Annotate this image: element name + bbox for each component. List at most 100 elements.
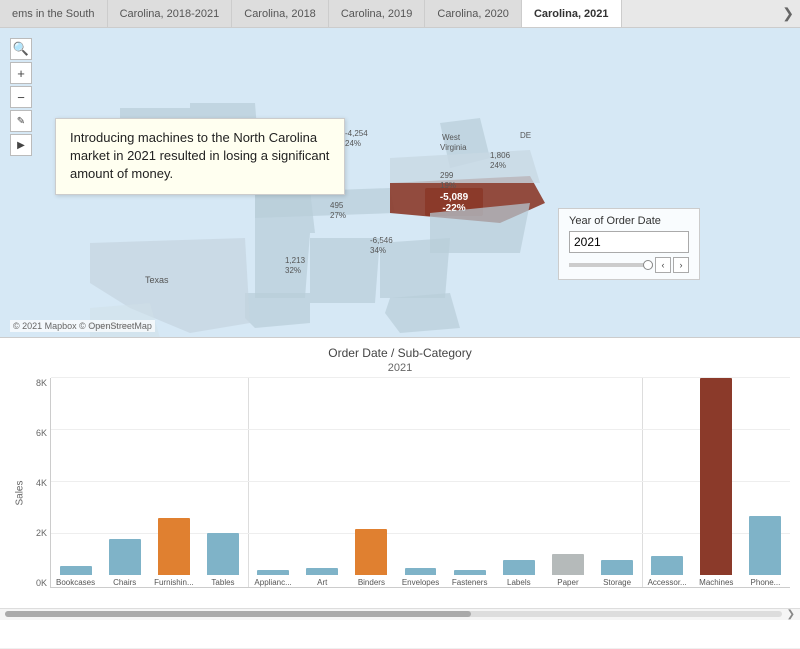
- bar-envelopes: Envelopes: [396, 378, 445, 587]
- bars-container: Bookcases Chairs Furnishin... Tables: [50, 378, 790, 588]
- year-slider-track[interactable]: [569, 263, 653, 267]
- svg-text:DE: DE: [520, 131, 531, 140]
- bar-machines: Machines: [692, 378, 741, 587]
- year-slider-row: ‹ ›: [569, 257, 689, 273]
- tab-south[interactable]: ems in the South: [0, 0, 108, 27]
- pointer-icon: ▶: [17, 140, 25, 151]
- map-controls: 🔍 + − ✎ ▶: [10, 38, 32, 156]
- bottom-scrollbar: ❯: [0, 608, 800, 620]
- search-icon: 🔍: [13, 41, 29, 57]
- tick-8k: 8K: [36, 378, 47, 388]
- svg-text:299: 299: [440, 171, 454, 180]
- bar-art-rect: [306, 568, 338, 574]
- scrollbar-thumb[interactable]: [5, 611, 471, 617]
- bar-binders: Binders: [347, 378, 396, 587]
- bar-labels-rect: [503, 560, 535, 575]
- bar-art: Art: [298, 378, 347, 587]
- chart-subtitle: 2021: [0, 362, 800, 374]
- bar-furnishings-rect: [158, 518, 190, 574]
- next-icon: ›: [680, 260, 683, 270]
- year-control: Year of Order Date ‹ ›: [558, 208, 700, 280]
- svg-text:Texas: Texas: [145, 275, 169, 285]
- bar-machines-rect: [700, 378, 732, 575]
- bar-storage: Storage: [593, 378, 642, 587]
- bar-phones-label: Phone...: [750, 578, 782, 587]
- bar-furnishings-label: Furnishin...: [153, 578, 195, 587]
- bar-binders-rect: [355, 529, 387, 575]
- svg-text:1,213: 1,213: [285, 256, 306, 265]
- bar-storage-rect: [601, 560, 633, 575]
- zoom-in-button[interactable]: +: [10, 62, 32, 84]
- year-input[interactable]: [569, 231, 689, 253]
- bar-tables-rect: [207, 533, 239, 575]
- chart-title: Order Date / Sub-Category: [0, 346, 800, 362]
- tab-2018[interactable]: Carolina, 2018: [232, 0, 329, 27]
- bar-paper: Paper: [543, 378, 592, 587]
- prev-icon: ‹: [662, 260, 665, 270]
- bar-accessories: Accessor...: [643, 378, 692, 587]
- plus-icon: +: [17, 66, 25, 81]
- next-year-button[interactable]: ›: [673, 257, 689, 273]
- bar-labels: Labels: [494, 378, 543, 587]
- bar-art-label: Art: [316, 578, 328, 587]
- bar-labels-label: Labels: [506, 578, 532, 587]
- bar-phones: Phone...: [741, 378, 790, 587]
- bar-accessories-label: Accessor...: [647, 578, 688, 587]
- tick-0k: 0K: [36, 578, 47, 588]
- office-group: Applianc... Art Binders Envelopes: [249, 378, 643, 587]
- tab-2020[interactable]: Carolina, 2020: [425, 0, 522, 27]
- bar-fasteners: Fasteners: [445, 378, 494, 587]
- tab-2021[interactable]: Carolina, 2021: [522, 0, 622, 27]
- bar-tables-label: Tables: [210, 578, 235, 587]
- year-label: Year of Order Date: [569, 215, 689, 227]
- svg-text:34%: 34%: [370, 246, 386, 255]
- svg-text:-5,089: -5,089: [440, 192, 469, 203]
- bar-appliances: Applianc...: [249, 378, 298, 587]
- svg-text:Virginia: Virginia: [440, 143, 467, 152]
- tech-group: Accessor... Machines Phone...: [643, 378, 790, 587]
- bar-phones-rect: [749, 516, 781, 575]
- tab-2019[interactable]: Carolina, 2019: [329, 0, 426, 27]
- map-section: Kansas Missouri West Virginia DE -5,089 …: [0, 28, 800, 338]
- bar-bookcases-rect: [60, 566, 92, 574]
- tick-6k: 6K: [36, 428, 47, 438]
- tick-2k: 2K: [36, 528, 47, 538]
- bar-appliances-rect: [257, 570, 289, 574]
- bar-furnishings: Furnishin...: [149, 378, 198, 587]
- y-axis-ticks: 0K 2K 4K 6K 8K: [17, 378, 47, 588]
- svg-text:1,806: 1,806: [490, 151, 511, 160]
- search-button[interactable]: 🔍: [10, 38, 32, 60]
- svg-text:-4,254: -4,254: [345, 129, 368, 138]
- bar-paper-label: Paper: [556, 578, 579, 587]
- tab-bar: ems in the South Carolina, 2018-2021 Car…: [0, 0, 800, 28]
- prev-year-button[interactable]: ‹: [655, 257, 671, 273]
- bar-binders-label: Binders: [357, 578, 386, 587]
- tab-2018-2021[interactable]: Carolina, 2018-2021: [108, 0, 233, 27]
- bar-chairs-label: Chairs: [112, 578, 137, 587]
- bar-fasteners-label: Fasteners: [451, 578, 489, 587]
- draw-button[interactable]: ✎: [10, 110, 32, 132]
- pointer-button[interactable]: ▶: [10, 134, 32, 156]
- bar-envelopes-rect: [405, 568, 437, 574]
- annotation-box: Introducing machines to the North Caroli…: [55, 118, 345, 195]
- bar-bookcases-label: Bookcases: [55, 578, 96, 587]
- svg-text:495: 495: [330, 201, 344, 210]
- svg-text:24%: 24%: [345, 139, 361, 148]
- svg-text:-6,546: -6,546: [370, 236, 393, 245]
- scrollbar-track[interactable]: [5, 611, 782, 617]
- furniture-group: Bookcases Chairs Furnishin... Tables: [51, 378, 249, 587]
- tab-scroll-right[interactable]: ❯: [776, 0, 800, 27]
- bar-chairs: Chairs: [100, 378, 149, 587]
- bar-accessories-rect: [651, 556, 683, 575]
- scroll-right-arrow[interactable]: ❯: [787, 609, 795, 620]
- bar-bookcases: Bookcases: [51, 378, 100, 587]
- svg-text:27%: 27%: [330, 211, 346, 220]
- bar-fasteners-rect: [454, 570, 486, 574]
- tick-4k: 4K: [36, 478, 47, 488]
- zoom-out-button[interactable]: −: [10, 86, 32, 108]
- annotation-text: Introducing machines to the North Caroli…: [70, 130, 329, 181]
- bar-envelopes-label: Envelopes: [401, 578, 440, 587]
- year-slider-thumb[interactable]: [643, 260, 653, 270]
- bar-chairs-rect: [109, 539, 141, 575]
- svg-text:24%: 24%: [490, 161, 506, 170]
